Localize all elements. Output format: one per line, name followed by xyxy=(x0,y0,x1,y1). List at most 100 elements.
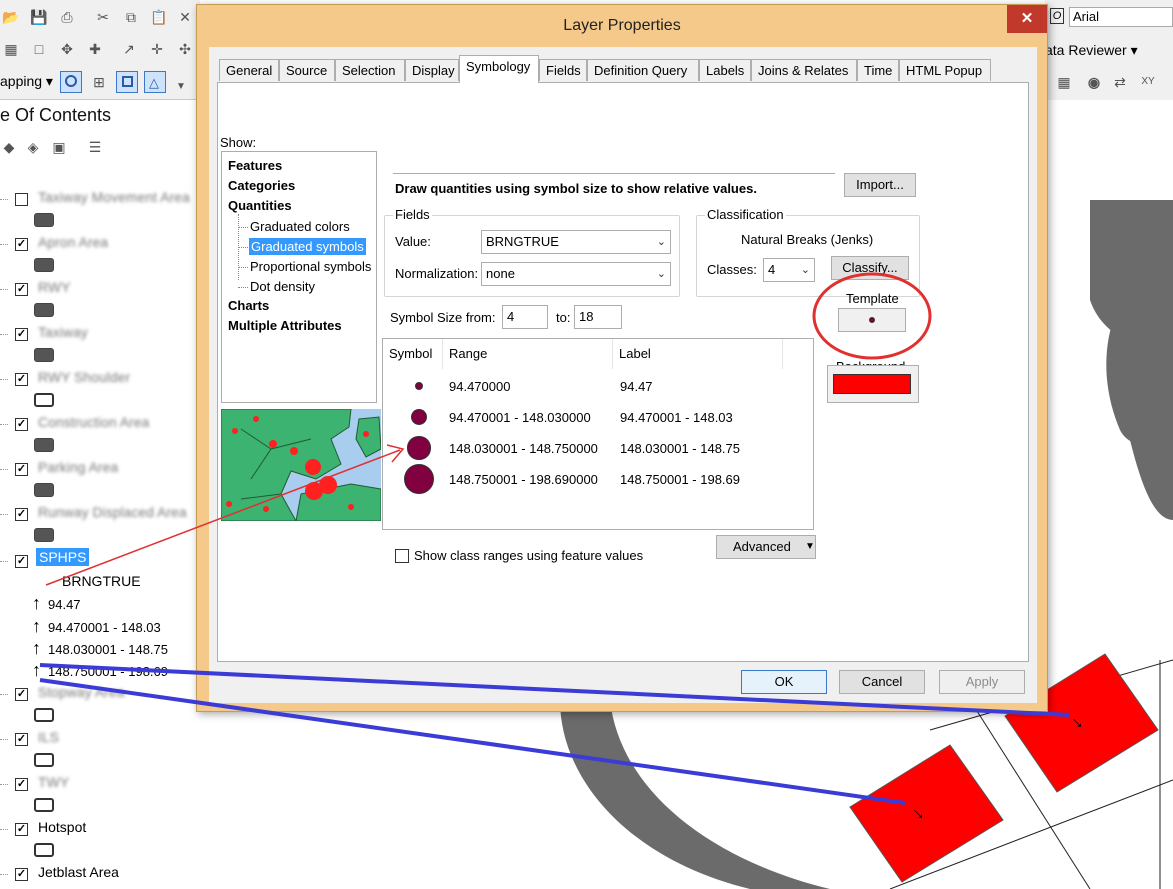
font-name-combo[interactable]: Arial xyxy=(1069,7,1173,27)
layer-visibility-checkbox[interactable]: ✓ xyxy=(15,238,28,251)
tree-multiple-attributes[interactable]: Multiple Attributes xyxy=(228,318,342,333)
table-row[interactable]: 94.470001 - 148.030000 94.470001 - 148.03 xyxy=(383,404,813,435)
go-to-xy-icon[interactable]: XY xyxy=(1139,73,1157,91)
layer-symbol-swatch[interactable] xyxy=(34,348,54,362)
layer-symbol-swatch[interactable] xyxy=(34,798,54,812)
tree-quantities[interactable]: Quantities xyxy=(228,198,292,213)
tab-source[interactable]: Source xyxy=(279,59,335,81)
tab-labels[interactable]: Labels xyxy=(699,59,751,81)
class-symbol-dot[interactable] xyxy=(403,463,435,495)
tree-graduated-colors[interactable]: Graduated colors xyxy=(250,219,350,234)
tab-selection[interactable]: Selection xyxy=(335,59,405,81)
classes-combo[interactable]: 4 ⌄ xyxy=(763,258,815,282)
table-icon[interactable]: ▦ xyxy=(1055,73,1073,91)
pan-tool-icon[interactable]: ✥ xyxy=(58,40,76,58)
paste-icon[interactable]: 📋 xyxy=(150,8,168,26)
print-icon[interactable]: ⎙ xyxy=(58,8,76,26)
tree-charts[interactable]: Charts xyxy=(228,298,269,313)
layer-symbol-swatch[interactable] xyxy=(34,258,54,272)
layer-name[interactable]: Construction Area xyxy=(38,414,149,430)
tab-general[interactable]: General xyxy=(219,59,279,81)
vertex-icon[interactable]: ✛ xyxy=(148,40,166,58)
value-field-combo[interactable]: BRNGTRUE ⌄ xyxy=(481,230,671,254)
list-by-source-icon[interactable]: ◈ xyxy=(24,138,42,156)
layer-symbol-swatch[interactable] xyxy=(34,438,54,452)
table-row[interactable]: 148.030001 - 148.750000 148.030001 - 148.… xyxy=(383,435,813,466)
show-class-ranges-checkbox[interactable] xyxy=(395,549,409,563)
tab-display[interactable]: Display xyxy=(405,59,459,81)
template-symbol-button[interactable] xyxy=(838,308,906,332)
measure-icon[interactable]: ✚ xyxy=(86,40,104,58)
tree-features[interactable]: Features xyxy=(228,158,282,173)
square-tool-button[interactable] xyxy=(116,71,138,93)
symbol-size-from-input[interactable]: 4 xyxy=(502,305,548,329)
layer-name[interactable]: ILS xyxy=(38,729,59,745)
layer-visibility-checkbox[interactable]: ✓ xyxy=(15,508,28,521)
mapping-dropdown[interactable]: apping ▾ xyxy=(0,73,53,90)
layer-name[interactable]: Runway Displaced Area xyxy=(38,504,187,520)
toolbar-overflow-icon[interactable]: ▼ xyxy=(172,78,190,96)
tree-categories[interactable]: Categories xyxy=(228,178,295,193)
layer-name[interactable]: Parking Area xyxy=(38,459,118,475)
layer-name[interactable]: Taxiway xyxy=(38,324,88,340)
layer-visibility-checkbox[interactable]: ✓ xyxy=(15,733,28,746)
layer-symbol-swatch[interactable] xyxy=(34,483,54,497)
data-reviewer-menu[interactable]: ata Reviewer ▾ xyxy=(1045,42,1138,59)
layer-name[interactable]: RWY Shoulder xyxy=(38,369,130,385)
snap-icon[interactable]: ↗ xyxy=(120,40,138,58)
import-button[interactable]: Import... xyxy=(844,173,916,197)
layer-symbol-swatch[interactable] xyxy=(34,753,54,767)
symbol-size-to-input[interactable]: 18 xyxy=(574,305,622,329)
move-icon[interactable]: ✣ xyxy=(176,40,194,58)
tree-dot-density[interactable]: Dot density xyxy=(250,279,315,294)
layer-visibility-checkbox[interactable]: ✓ xyxy=(15,823,28,836)
layer-name[interactable]: Stopway Area xyxy=(38,684,124,700)
layer-visibility-checkbox[interactable]: ✓ xyxy=(15,373,28,386)
tab-definition-query[interactable]: Definition Query xyxy=(587,59,699,81)
table-header[interactable]: Label xyxy=(613,339,783,369)
tab-fields[interactable]: Fields xyxy=(539,59,587,81)
open-folder-icon[interactable]: 📂 xyxy=(2,8,20,26)
layer-symbol-swatch[interactable] xyxy=(34,528,54,542)
table-header[interactable]: Range xyxy=(443,339,613,369)
advanced-button[interactable]: Advanced ▼ xyxy=(716,535,816,559)
table-row[interactable]: 94.470000 94.47 xyxy=(383,373,813,404)
layer-visibility-checkbox[interactable] xyxy=(15,193,28,206)
tab-time[interactable]: Time xyxy=(857,59,899,81)
layer-name[interactable]: Hotspot xyxy=(38,819,86,835)
classify-button[interactable]: Classify... xyxy=(831,256,909,280)
layer-visibility-checkbox[interactable]: ✓ xyxy=(15,688,28,701)
polygon-tool-button[interactable]: △ xyxy=(144,71,166,93)
table-header[interactable]: Symbol xyxy=(383,339,443,369)
font-style-icon[interactable]: O xyxy=(1050,8,1064,24)
route-icon[interactable]: ⇄ xyxy=(1111,73,1129,91)
options-icon[interactable]: ☰ xyxy=(86,138,104,156)
class-symbol-dot[interactable] xyxy=(414,381,424,391)
layer-visibility-checkbox[interactable]: ✓ xyxy=(15,328,28,341)
apply-button[interactable]: Apply xyxy=(939,670,1025,694)
background-color-button[interactable] xyxy=(833,374,911,394)
cut-icon[interactable]: ✂ xyxy=(94,8,112,26)
class-symbol-dot[interactable] xyxy=(407,436,431,460)
layer-name[interactable]: TWY xyxy=(38,774,69,790)
layer-symbol-swatch[interactable] xyxy=(34,393,54,407)
table-row[interactable]: 148.750001 - 198.690000 148.750001 - 198.… xyxy=(383,463,813,497)
tab-symbology[interactable]: Symbology xyxy=(459,55,539,83)
layer-symbol-swatch[interactable] xyxy=(34,213,54,227)
circle-tool-button[interactable] xyxy=(60,71,82,93)
layer-visibility-checkbox[interactable]: ✓ xyxy=(15,868,28,881)
close-button[interactable]: ✕ xyxy=(1007,5,1047,33)
tab-html-popup[interactable]: HTML Popup xyxy=(899,59,991,81)
sphps-checkbox[interactable]: ✓ xyxy=(15,555,28,568)
layer-name[interactable]: Taxiway Movement Area xyxy=(38,189,190,205)
copy-icon[interactable]: ⧉ xyxy=(122,8,140,26)
save-icon[interactable]: 💾 xyxy=(30,8,48,26)
select-tool-icon[interactable]: □ xyxy=(30,40,48,58)
tree-graduated-symbols[interactable]: Graduated symbols xyxy=(249,238,366,255)
cancel-button[interactable]: Cancel xyxy=(839,670,925,694)
layer-name[interactable]: RWY xyxy=(38,279,70,295)
layer-symbol-swatch[interactable] xyxy=(34,708,54,722)
layer-symbol-swatch[interactable] xyxy=(34,843,54,857)
edit-tool-icon[interactable]: ▦ xyxy=(2,40,20,58)
layer-name[interactable]: Jetblast Area xyxy=(38,864,119,880)
